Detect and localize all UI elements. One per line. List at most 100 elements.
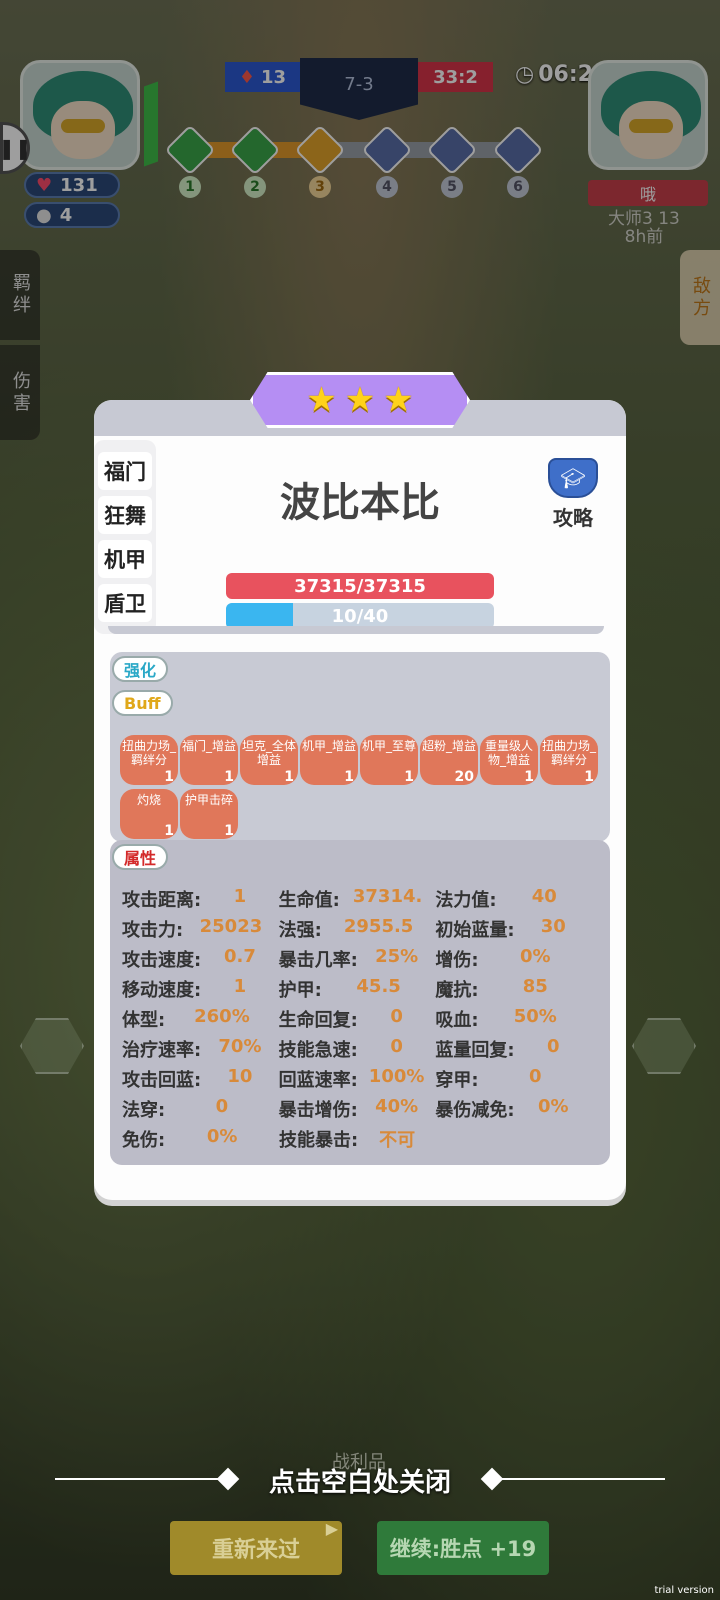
attribute-value: 1	[233, 886, 247, 907]
buff-name: 扭曲力场_羁绊分	[541, 739, 596, 767]
buff-item[interactable]: 福门_增益 1	[180, 735, 238, 785]
star-icon: ★	[383, 380, 414, 420]
buff-count: 20	[454, 769, 474, 785]
attribute-row: 法穿: 0 暴击增伤: 40% 暴伤减免: 0%	[122, 1094, 592, 1124]
attribute-row: 攻击速度: 0.7 暴击几率: 25% 增伤: 0%	[122, 944, 592, 974]
buff-name: 扭曲力场_羁绊分	[121, 739, 176, 767]
star-icon: ★	[344, 380, 376, 420]
attribute-key: 魔抗:	[435, 980, 479, 1001]
divider	[108, 626, 604, 634]
strategy-label: 攻略	[553, 506, 593, 530]
buff-item[interactable]: 护甲击碎 1	[180, 789, 238, 839]
attribute-value: 100%	[368, 1066, 425, 1087]
buff-item[interactable]: 超粉_增益 20	[420, 735, 478, 785]
attribute-key: 吸血:	[435, 1010, 479, 1031]
buff-item[interactable]: 扭曲力场_羁绊分 1	[120, 735, 178, 785]
attributes-label: 属性	[112, 844, 169, 870]
attribute-key: 法穿:	[122, 1100, 166, 1121]
attribute-key: 暴击几率:	[278, 950, 358, 971]
attribute-value: 10	[227, 1066, 253, 1087]
attribute-key: 法力值:	[435, 890, 497, 911]
attribute-cell: 治疗速率: 70%	[122, 1036, 279, 1062]
attribute-cell: 攻击力: 25023	[122, 916, 279, 942]
attribute-value: 25%	[375, 946, 419, 967]
attribute-value: 1	[233, 976, 247, 997]
attribute-cell: 法强: 2955.5	[279, 916, 436, 942]
buff-name: 福门_增益	[181, 739, 236, 753]
attribute-key: 攻击力:	[122, 920, 184, 941]
attribute-cell: 穿甲: 0	[435, 1066, 592, 1092]
attribute-key: 暴击增伤:	[278, 1100, 358, 1121]
attribute-row: 免伤: 0% 技能暴击: 不可	[122, 1124, 592, 1154]
attribute-value: 37314.	[352, 886, 423, 907]
attribute-value: 0.7	[223, 946, 256, 967]
trait-tag[interactable]: 福门	[98, 452, 152, 490]
attribute-cell: 技能急速: 0	[279, 1036, 436, 1062]
attribute-cell: 暴伤减免: 0%	[435, 1096, 592, 1122]
attribute-value: 50%	[513, 1006, 557, 1027]
attribute-value: 0	[390, 1036, 403, 1057]
buff-count: 1	[344, 769, 354, 785]
continue-button[interactable]: 继续:胜点 +19	[377, 1521, 549, 1575]
attribute-value: 0	[547, 1036, 560, 1057]
star-rank-banner: ★ ★ ★	[250, 372, 470, 428]
trait-tag[interactable]: 机甲	[98, 540, 152, 578]
attribute-key: 免伤:	[122, 1130, 166, 1151]
buff-count: 1	[164, 769, 174, 785]
video-icon: ▶	[325, 1519, 338, 1538]
attribute-key: 生命回复:	[278, 1010, 358, 1031]
attribute-key: 技能暴击:	[279, 1130, 359, 1151]
attribute-cell: 暴击增伤: 40%	[279, 1096, 436, 1122]
buff-item[interactable]: 机甲_增益 1	[300, 735, 358, 785]
buff-name: 护甲击碎	[184, 793, 233, 807]
attribute-row: 治疗速率: 70% 技能急速: 0 蓝量回复: 0	[122, 1034, 592, 1064]
attribute-cell: 免伤: 0%	[122, 1126, 279, 1152]
attribute-cell: 攻击距离: 1	[122, 886, 279, 912]
buff-item[interactable]: 扭曲力场_羁绊分 1	[540, 735, 598, 785]
retry-button[interactable]: 重新来过 ▶	[170, 1519, 342, 1575]
attribute-row: 体型: 260% 生命回复: 0 吸血: 50%	[122, 1004, 592, 1034]
attribute-cell: 初始蓝量: 30	[435, 916, 592, 942]
strategy-button[interactable]: 🎓︎ 攻略	[538, 458, 608, 530]
close-hint-line-left	[55, 1478, 225, 1480]
buff-count: 1	[224, 769, 234, 785]
enhance-label: 强化	[112, 656, 169, 682]
attribute-cell: 回蓝速率: 100%	[279, 1066, 436, 1092]
attribute-value: 85	[522, 976, 548, 997]
attribute-key: 增伤:	[435, 950, 479, 971]
attribute-cell: 吸血: 50%	[435, 1006, 592, 1032]
buff-item[interactable]: 坦克_全体增益 1	[240, 735, 298, 785]
attribute-value: 0	[390, 1006, 403, 1027]
trait-tag[interactable]: 狂舞	[98, 496, 152, 534]
attribute-value: 不可	[379, 1130, 416, 1151]
attribute-cell: 技能暴击: 不可	[279, 1126, 436, 1152]
attribute-value: 260%	[194, 1006, 250, 1027]
attribute-value: 45.5	[356, 976, 401, 997]
buff-item[interactable]: 机甲_至尊 1	[360, 735, 418, 785]
attribute-value: 0%	[538, 1096, 569, 1117]
attribute-key: 法强:	[278, 920, 322, 941]
attribute-cell: 暴击几率: 25%	[279, 946, 436, 972]
attribute-row: 攻击回蓝: 10 回蓝速率: 100% 穿甲: 0	[122, 1064, 592, 1094]
attribute-key: 攻击距离:	[122, 890, 202, 911]
attribute-cell: 生命值: 37314.	[279, 886, 436, 912]
attribute-value: 0	[215, 1096, 229, 1117]
buff-item[interactable]: 重量级人物_增益 1	[480, 735, 538, 785]
buff-count: 1	[404, 769, 414, 785]
attribute-row: 攻击距离: 1 生命值: 37314. 法力值: 40	[122, 884, 592, 914]
attribute-key: 生命值:	[278, 890, 340, 911]
attribute-row: 攻击力: 25023 法强: 2955.5 初始蓝量: 30	[122, 914, 592, 944]
buff-count: 1	[524, 769, 534, 785]
close-hint[interactable]: 点击空白处关闭	[210, 1462, 510, 1499]
attribute-cell: 体型: 260%	[122, 1006, 279, 1032]
watermark: trial version	[654, 1585, 714, 1596]
attribute-value: 25023	[199, 916, 263, 937]
buff-item[interactable]: 灼烧 1	[120, 789, 178, 839]
attribute-key: 攻击速度:	[122, 950, 202, 971]
trait-tag[interactable]: 盾卫	[98, 584, 152, 622]
unit-name: 波比本比	[280, 480, 440, 526]
attribute-key: 初始蓝量:	[435, 920, 515, 941]
attribute-key: 移动速度:	[122, 980, 202, 1001]
attribute-cell: 护甲: 45.5	[279, 976, 436, 1002]
attribute-cell: 生命回复: 0	[279, 1006, 436, 1032]
